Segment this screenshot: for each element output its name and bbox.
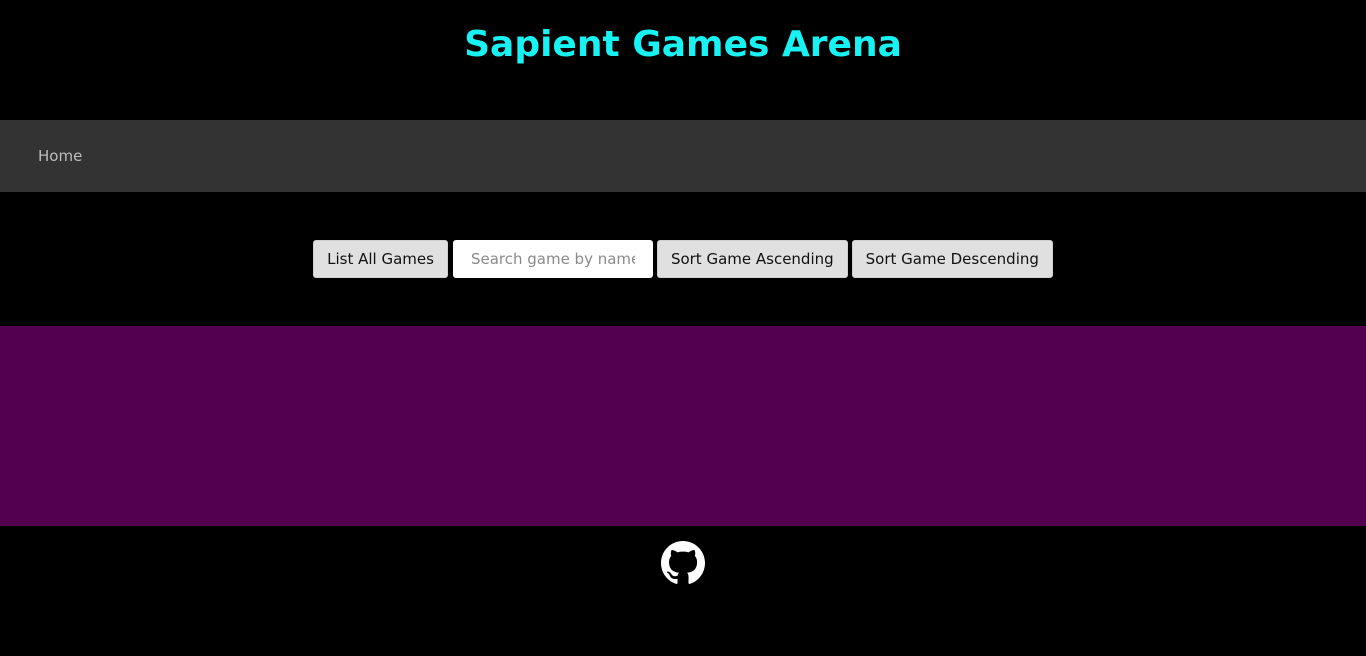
github-icon [661, 541, 705, 584]
page-title: Sapient Games Arena [464, 24, 902, 65]
footer [0, 526, 1366, 656]
list-all-games-button[interactable]: List All Games [313, 240, 448, 278]
github-link[interactable] [661, 541, 705, 585]
navbar: Home [0, 120, 1366, 192]
nav-home-link[interactable]: Home [38, 147, 82, 165]
search-input[interactable] [452, 240, 653, 278]
controls-section: List All Games Sort Game Ascending Sort … [0, 192, 1366, 326]
controls-bar: List All Games Sort Game Ascending Sort … [313, 240, 1053, 278]
sort-ascending-button[interactable]: Sort Game Ascending [656, 240, 848, 278]
sort-descending-button[interactable]: Sort Game Descending [851, 240, 1053, 278]
games-list-area [0, 326, 1366, 526]
page-header: Sapient Games Arena [0, 0, 1366, 120]
